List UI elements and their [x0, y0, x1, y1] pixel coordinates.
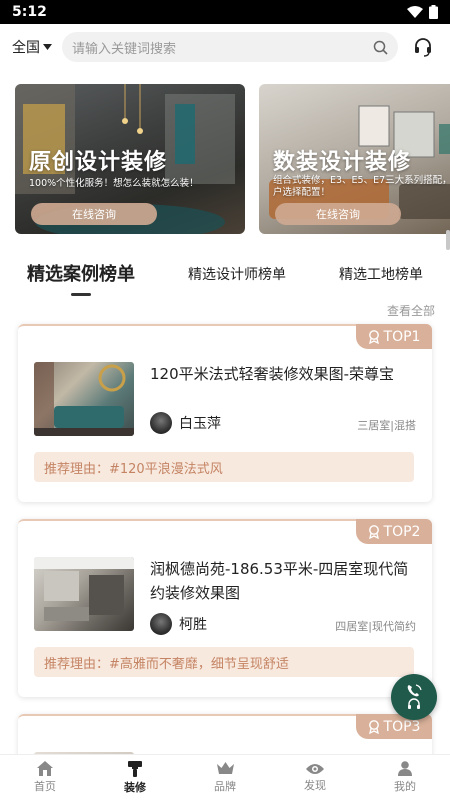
battery-icon — [429, 5, 438, 19]
designer-name: 柯胜 — [179, 617, 207, 633]
consult-button[interactable]: 在线咨询 — [31, 203, 157, 225]
nav-label: 发现 — [304, 778, 326, 792]
home-icon — [37, 761, 53, 776]
designer-name: 白玉萍 — [179, 416, 221, 432]
main-content[interactable]: 原创设计装修 100%个性化服务！想怎么装就怎么装！ 在线咨询 数装设计装修 组… — [0, 70, 450, 754]
tab-designer-ranking[interactable]: 精选设计师榜单 — [188, 264, 286, 284]
case-thumbnail[interactable] — [34, 362, 134, 436]
avatar — [150, 613, 172, 635]
status-time: 5:12 — [12, 4, 47, 20]
tab-case-ranking[interactable]: 精选案例榜单 — [27, 260, 135, 286]
recommend-reason: 推荐理由：#高雅而不奢靡，细节呈现舒适 — [34, 647, 414, 677]
medal-icon — [368, 719, 379, 734]
case-photo — [34, 362, 134, 436]
case-card[interactable]: TOP2 润枫德尚苑-186.53平米-四居室现代简约装修效果图 柯胜 四居室|… — [18, 519, 432, 697]
search-input[interactable]: 请输入关键词搜索 — [62, 32, 398, 62]
case-photo — [34, 557, 134, 621]
view-all-link[interactable]: 查看全部 — [387, 302, 435, 319]
recommend-reason: 推荐理由：#120平浪漫法式风 — [34, 452, 414, 482]
case-title[interactable]: 润枫德尚苑-186.53平米-四居室现代简约装修效果图 — [150, 557, 418, 605]
scrollbar[interactable] — [446, 230, 450, 250]
case-card[interactable]: TOP3 — [18, 714, 432, 754]
nav-label: 首页 — [34, 780, 56, 793]
banner-carousel[interactable]: 原创设计装修 100%个性化服务！想怎么装就怎么装！ 在线咨询 数装设计装修 组… — [15, 84, 450, 234]
caret-down-icon — [43, 44, 52, 50]
status-bar: 5:12 — [0, 0, 450, 24]
case-title[interactable]: 120平米法式轻奢装修效果图-荣尊宝 — [150, 362, 418, 386]
paint-roller-icon — [128, 760, 142, 777]
nav-label: 装修 — [124, 780, 146, 794]
floating-consult-button[interactable] — [391, 674, 437, 720]
status-icons — [407, 5, 438, 19]
consult-button[interactable]: 在线咨询 — [275, 203, 401, 225]
search-placeholder: 请输入关键词搜索 — [72, 41, 177, 57]
banner-subtitle: 100%个性化服务！想怎么装就怎么装！ — [29, 178, 199, 189]
banner-original-design[interactable]: 原创设计装修 100%个性化服务！想怎么装就怎么装！ 在线咨询 — [15, 84, 245, 234]
user-icon — [398, 761, 412, 776]
eye-icon — [306, 763, 324, 774]
phone-icon — [407, 684, 422, 697]
nav-home[interactable]: 首页 — [0, 755, 90, 800]
medal-icon — [368, 524, 379, 539]
nav-label: 品牌 — [214, 779, 236, 793]
tab-site-ranking[interactable]: 精选工地榜单 — [339, 264, 423, 284]
headset-icon — [415, 38, 431, 57]
customer-service-button[interactable] — [408, 32, 438, 62]
wifi-icon — [407, 6, 423, 18]
rank-badge: TOP2 — [356, 519, 432, 544]
crown-icon — [216, 761, 234, 774]
case-card[interactable]: TOP1 120平米法式轻奢装修效果图-荣尊宝 白玉萍 三居室|混搭 推荐理由：… — [18, 324, 432, 502]
rank-label: TOP1 — [383, 328, 421, 345]
nav-discover[interactable]: 发现 — [270, 755, 360, 800]
banner-title: 原创设计装修 — [29, 150, 168, 175]
case-tags: 三居室|混搭 — [357, 419, 416, 432]
designer-info[interactable]: 柯胜 — [150, 613, 207, 635]
region-selector[interactable]: 全国 — [12, 37, 52, 57]
region-label: 全国 — [12, 40, 40, 56]
designer-info[interactable]: 白玉萍 — [150, 412, 221, 434]
headset-icon — [408, 698, 420, 709]
case-thumbnail[interactable] — [34, 557, 134, 631]
avatar — [150, 412, 172, 434]
tab-indicator — [71, 293, 91, 296]
search-icon[interactable] — [373, 40, 388, 55]
rank-badge: TOP1 — [356, 324, 432, 349]
banner-title: 数装设计装修 — [273, 150, 412, 175]
nav-brand[interactable]: 品牌 — [180, 755, 270, 800]
rank-label: TOP3 — [383, 718, 421, 735]
rank-label: TOP2 — [383, 523, 421, 540]
nav-mine[interactable]: 我的 — [360, 755, 450, 800]
medal-icon — [368, 329, 379, 344]
ranking-tabs: 精选案例榜单 精选设计师榜单 精选工地榜单 — [0, 258, 450, 298]
nav-decoration[interactable]: 装修 — [90, 755, 180, 800]
case-tags: 四居室|现代简约 — [335, 620, 416, 633]
banner-digital-design[interactable]: 数装设计装修 组合式装修，E3、E5、E7三大系列搭配，满足用户选择配置！ 在线… — [259, 84, 450, 234]
bottom-nav: 首页 装修 品牌 发现 我的 — [0, 754, 450, 800]
top-bar: 全国 请输入关键词搜索 — [0, 24, 450, 70]
nav-label: 我的 — [394, 780, 416, 793]
banner-subtitle: 组合式装修，E3、E5、E7三大系列搭配，满足用户选择配置！ — [273, 175, 450, 198]
